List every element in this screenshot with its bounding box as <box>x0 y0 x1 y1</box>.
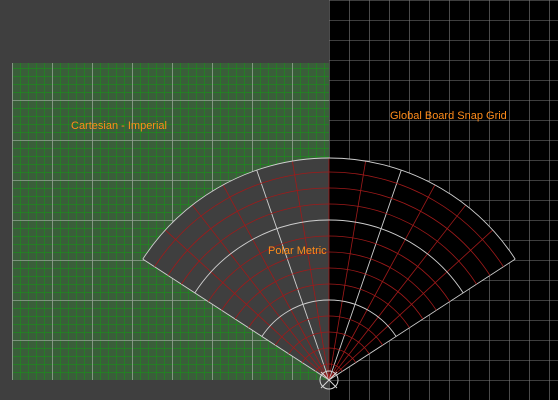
grid-canvas[interactable]: Cartesian - Imperial Global Board Snap G… <box>0 0 558 400</box>
cartesian-region-label: Cartesian - Imperial <box>71 120 167 132</box>
polar-region-label: Polar Metric <box>268 245 327 257</box>
global-region-label: Global Board Snap Grid <box>390 110 507 122</box>
